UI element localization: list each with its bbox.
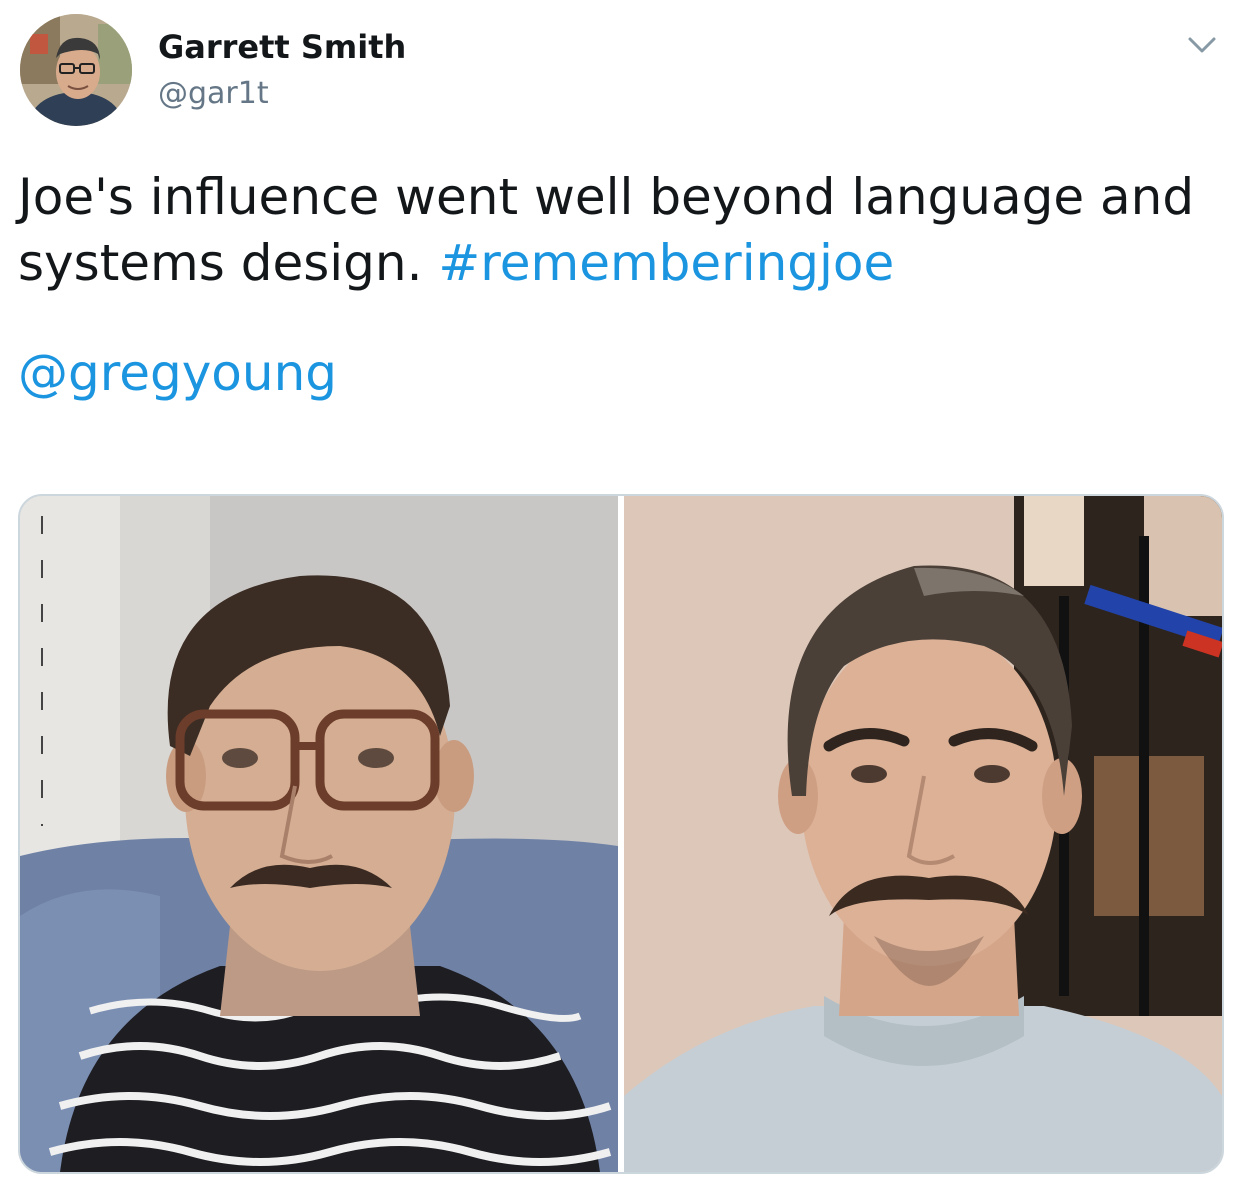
chevron-down-icon[interactable] — [1180, 26, 1224, 62]
author-handle[interactable]: @gar1t — [158, 76, 269, 111]
photo-left[interactable] — [20, 496, 618, 1172]
tweet-text-line-2: systems design. #rememberingjoe — [18, 230, 1218, 296]
tweet-card: Garrett Smith @gar1t Joe's influence wen… — [0, 0, 1237, 1196]
author-display-name[interactable]: Garrett Smith — [158, 28, 406, 66]
hashtag-link[interactable]: #rememberingjoe — [438, 234, 894, 292]
tweet-text-line-2-prefix: systems design. — [18, 234, 439, 292]
tweet-text-line-3: @gregyoung — [18, 340, 1218, 406]
media-grid — [18, 494, 1224, 1174]
paragraph-break — [18, 296, 1218, 340]
tweet-text-line-1: Joe's influence went well beyond languag… — [18, 168, 1195, 226]
tweet-text: Joe's influence went well beyond languag… — [18, 164, 1218, 406]
mention-link[interactable]: @gregyoung — [18, 344, 337, 402]
photo-right[interactable] — [624, 496, 1222, 1172]
avatar[interactable] — [20, 14, 132, 126]
